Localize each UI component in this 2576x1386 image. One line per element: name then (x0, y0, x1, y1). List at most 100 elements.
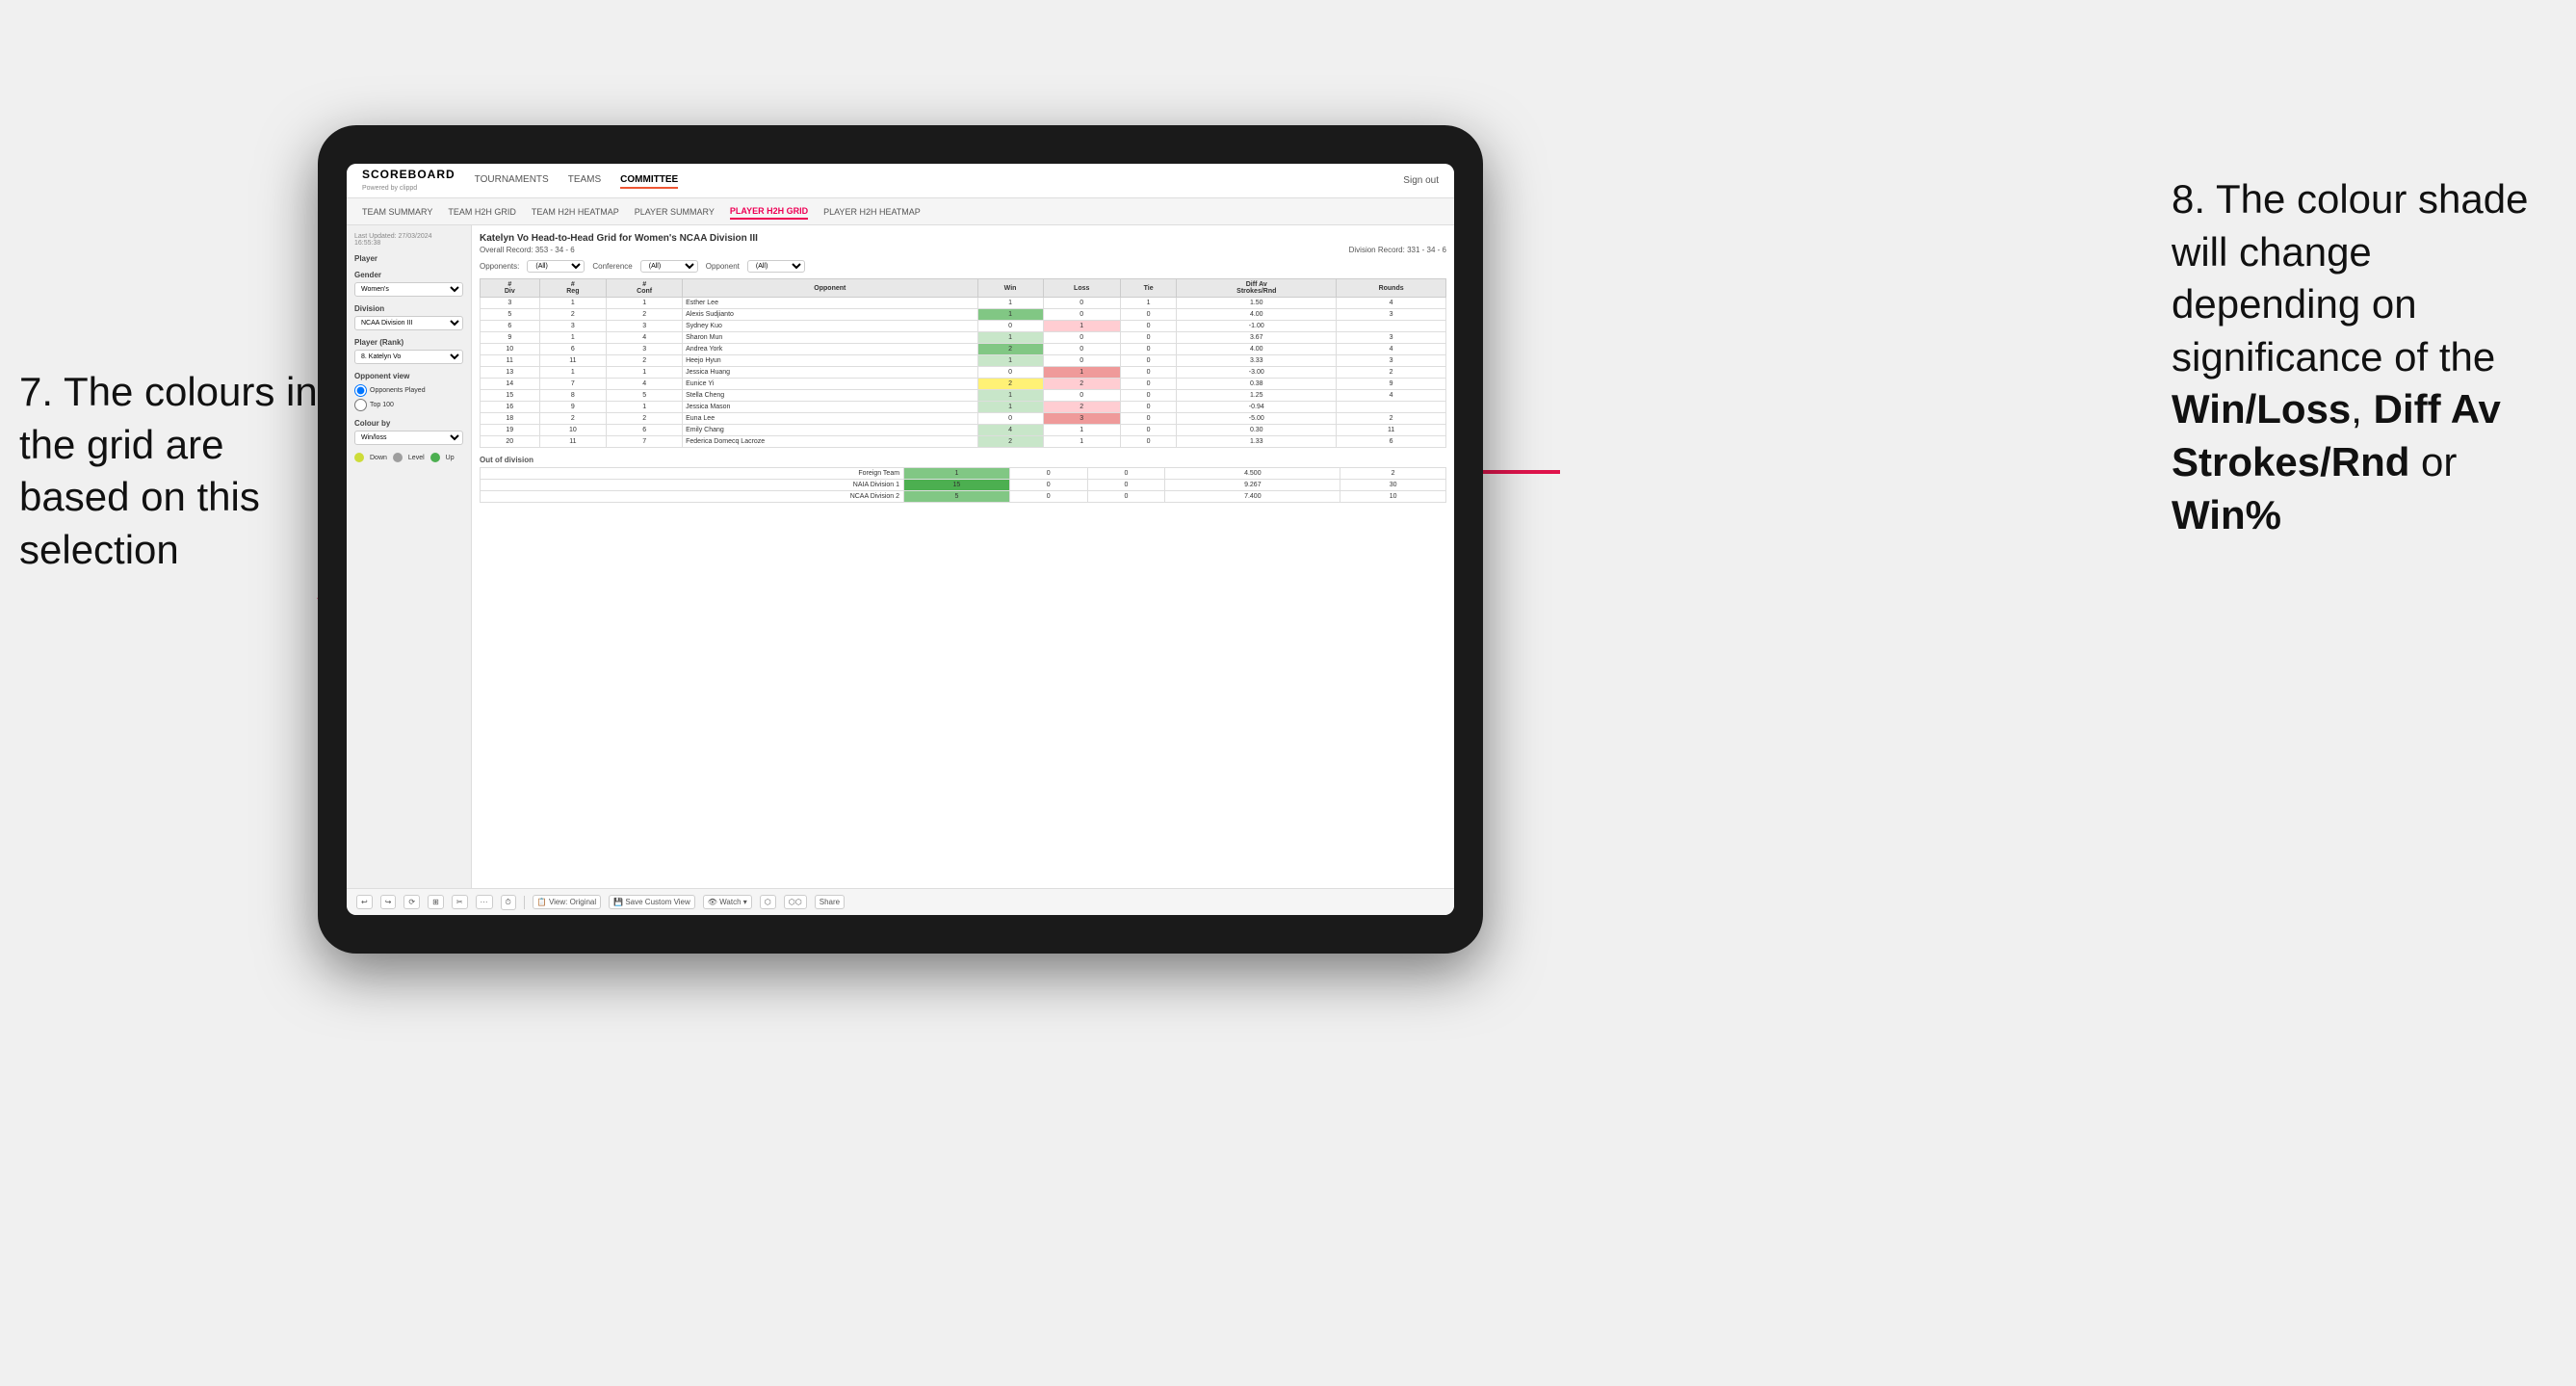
bottom-toolbar: ↩ ↪ ⟳ ⊞ ✂ ··· ⏱ 📋 View: Original 💾 Save … (347, 888, 1454, 915)
table-row: 20 11 7 Federica Domecq Lacroze 2 1 0 1.… (481, 436, 1446, 448)
subnav-player-summary[interactable]: PLAYER SUMMARY (635, 205, 715, 219)
toolbar-undo[interactable]: ↩ (356, 895, 373, 909)
col-rounds: Rounds (1337, 279, 1446, 298)
grid-title: Katelyn Vo Head-to-Head Grid for Women's… (480, 233, 1446, 244)
top-nav: SCOREBOARD Powered by clippd TOURNAMENTS… (347, 164, 1454, 198)
table-row: 5 2 2 Alexis Sudjianto 1 0 0 4.00 3 (481, 309, 1446, 321)
nav-sign-out[interactable]: Sign out (1403, 175, 1439, 186)
toolbar-timer[interactable]: ⏱ (501, 895, 516, 910)
toolbar-grid[interactable]: ⊞ (428, 895, 444, 909)
sidebar-division-section: Division NCAA Division III (354, 304, 463, 330)
subnav-team-h2h-grid[interactable]: TEAM H2H GRID (448, 205, 516, 219)
toolbar-refresh[interactable]: ⟳ (403, 895, 420, 909)
subnav-player-h2h-heatmap[interactable]: PLAYER H2H HEATMAP (823, 205, 921, 219)
legend-dot-level (393, 453, 403, 462)
nav-items: TOURNAMENTS TEAMS COMMITTEE (475, 172, 679, 189)
sidebar-radio-top100[interactable]: Top 100 (354, 399, 463, 411)
out-of-division-table: Foreign Team 1 0 0 4.500 2 NAIA Division… (480, 467, 1446, 503)
col-opponent: Opponent (683, 279, 977, 298)
toolbar-save-custom[interactable]: 💾 Save Custom View (609, 895, 695, 909)
toolbar-cut[interactable]: ✂ (452, 895, 468, 909)
sidebar-colour-by-select[interactable]: Win/loss (354, 431, 463, 445)
table-row: 3 1 1 Esther Lee 1 0 1 1.50 4 (481, 298, 1446, 309)
table-row: 19 10 6 Emily Chang 4 1 0 0.30 11 (481, 425, 1446, 436)
col-diff: Diff AvStrokes/Rnd (1177, 279, 1337, 298)
toolbar-share[interactable]: Share (815, 895, 845, 909)
sidebar-timestamp: Last Updated: 27/03/202416:55:38 (354, 233, 463, 247)
out-table-row: Foreign Team 1 0 0 4.500 2 (481, 468, 1446, 480)
tablet-device: SCOREBOARD Powered by clippd TOURNAMENTS… (318, 125, 1483, 954)
sidebar-division-select[interactable]: NCAA Division III (354, 316, 463, 330)
out-table-row: NAIA Division 1 15 0 0 9.267 30 (481, 480, 1446, 491)
legend-dot-up (430, 453, 440, 462)
sidebar-opponent-view-label: Opponent view (354, 372, 463, 380)
grid-area: Katelyn Vo Head-to-Head Grid for Women's… (472, 225, 1454, 888)
annotation-left: 7. The colours in the grid are based on … (19, 366, 327, 576)
col-reg: #Reg (539, 279, 607, 298)
sidebar-gender-section: Gender Women's (354, 271, 463, 297)
opponent-filter-label: Opponent (706, 262, 740, 271)
legend-label-level: Level (408, 455, 425, 461)
col-conf: #Conf (607, 279, 683, 298)
toolbar-sep1 (524, 896, 525, 909)
table-row: 18 2 2 Euna Lee 0 3 0 -5.00 2 (481, 413, 1446, 425)
opponents-filter-label: Opponents: (480, 262, 519, 271)
nav-teams[interactable]: TEAMS (568, 172, 601, 189)
out-of-division-header: Out of division (480, 456, 1446, 464)
opponent-filter-select[interactable]: (All) (747, 260, 805, 273)
col-loss: Loss (1043, 279, 1120, 298)
main-data-table: #Div #Reg #Conf Opponent Win Loss Tie Di… (480, 278, 1446, 448)
table-row: 11 11 2 Heejo Hyun 1 0 0 3.33 3 (481, 355, 1446, 367)
conference-filter-label: Conference (592, 262, 632, 271)
sidebar-gender-select[interactable]: Women's (354, 282, 463, 297)
subnav-player-h2h-grid[interactable]: PLAYER H2H GRID (730, 204, 808, 220)
division-record: Division Record: 331 - 34 - 6 (1349, 246, 1446, 254)
toolbar-icon2[interactable]: ⬡⬡ (784, 895, 807, 909)
sidebar-rank-select[interactable]: 8. Katelyn Vo (354, 350, 463, 364)
sidebar-radio-group: Opponents Played Top 100 (354, 384, 463, 411)
sub-nav: TEAM SUMMARY TEAM H2H GRID TEAM H2H HEAT… (347, 198, 1454, 225)
nav-committee[interactable]: COMMITTEE (620, 172, 678, 189)
out-table-row: NCAA Division 2 5 0 0 7.400 10 (481, 491, 1446, 503)
col-win: Win (977, 279, 1043, 298)
sidebar-gender-label: Gender (354, 271, 463, 279)
legend-dot-down (354, 453, 364, 462)
table-header-row: #Div #Reg #Conf Opponent Win Loss Tie Di… (481, 279, 1446, 298)
subnav-team-h2h-heatmap[interactable]: TEAM H2H HEATMAP (532, 205, 619, 219)
table-row: 16 9 1 Jessica Mason 1 2 0 -0.94 (481, 402, 1446, 413)
legend-label-up: Up (446, 455, 455, 461)
logo: SCOREBOARD Powered by clippd (362, 169, 455, 193)
sidebar-rank-label: Player (Rank) (354, 338, 463, 347)
sidebar-legend: Down Level Up (354, 453, 463, 462)
toolbar-icon1[interactable]: ⬡ (760, 895, 776, 909)
sidebar: Last Updated: 27/03/202416:55:38 Player … (347, 225, 472, 888)
nav-tournaments[interactable]: TOURNAMENTS (475, 172, 549, 189)
sidebar-colour-by-section: Colour by Win/loss (354, 419, 463, 445)
main-content: Last Updated: 27/03/202416:55:38 Player … (347, 225, 1454, 888)
conference-filter-select[interactable]: (All) (640, 260, 698, 273)
sidebar-division-label: Division (354, 304, 463, 313)
sidebar-opponent-view-section: Opponent view Opponents Played Top 100 (354, 372, 463, 411)
toolbar-watch[interactable]: 👁 Watch ▾ (703, 895, 752, 909)
col-tie: Tie (1120, 279, 1176, 298)
overall-record: Overall Record: 353 - 34 - 6 (480, 246, 575, 254)
subnav-team-summary[interactable]: TEAM SUMMARY (362, 205, 432, 219)
sidebar-rank-section: Player (Rank) 8. Katelyn Vo (354, 338, 463, 364)
grid-subtitle: Overall Record: 353 - 34 - 6 Division Re… (480, 246, 1446, 254)
table-row: 14 7 4 Eunice Yi 2 2 0 0.38 9 (481, 379, 1446, 390)
annotation-right: 8. The colour shade will change dependin… (2172, 173, 2557, 541)
table-row: 15 8 5 Stella Cheng 1 0 0 1.25 4 (481, 390, 1446, 402)
table-row: 6 3 3 Sydney Kuo 0 1 0 -1.00 (481, 321, 1446, 332)
legend-label-down: Down (370, 455, 387, 461)
toolbar-redo[interactable]: ↪ (380, 895, 397, 909)
table-row: 10 6 3 Andrea York 2 0 0 4.00 4 (481, 344, 1446, 355)
opponents-filter-select[interactable]: (All) (527, 260, 585, 273)
sidebar-radio-opponents-played[interactable]: Opponents Played (354, 384, 463, 397)
table-row: 9 1 4 Sharon Mun 1 0 0 3.67 3 (481, 332, 1446, 344)
sidebar-colour-by-label: Colour by (354, 419, 463, 428)
table-row: 13 1 1 Jessica Huang 0 1 0 -3.00 2 (481, 367, 1446, 379)
toolbar-more[interactable]: ··· (476, 895, 493, 909)
toolbar-view-original[interactable]: 📋 View: Original (533, 895, 601, 909)
tablet-screen: SCOREBOARD Powered by clippd TOURNAMENTS… (347, 164, 1454, 915)
filter-row: Opponents: (All) Conference (All) Oppone… (480, 260, 1446, 273)
